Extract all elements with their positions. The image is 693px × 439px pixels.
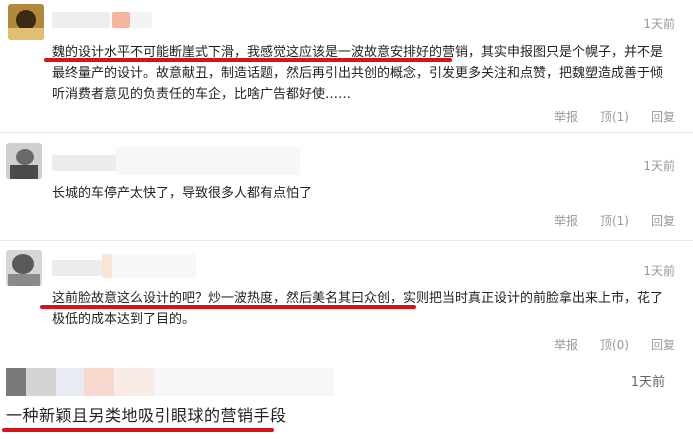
comment-text: 一种新颖且另类地吸引眼球的营销手段	[6, 406, 287, 425]
username-blurred	[112, 12, 130, 28]
comment-time: 1天前	[643, 264, 675, 278]
username-blurred	[130, 12, 152, 28]
comment-item: 1天前 这前脸故意这么设计的吧？炒一波热度，然后美名其曰众创，实则把当时真正设计…	[0, 242, 693, 358]
comment-time: 1天前	[643, 159, 675, 173]
comment-time: 1天前	[643, 17, 675, 31]
username-blurred[interactable]	[52, 12, 110, 28]
like-button[interactable]: 顶(0)	[600, 336, 629, 353]
username-blurred[interactable]	[52, 260, 102, 276]
like-button[interactable]: 顶(1)	[600, 108, 629, 125]
comment-text: 魏的设计水平不可能断崖式下滑，我感觉这应该是一波故意安排好的营销，其实申报图只是…	[52, 45, 664, 102]
reply-button[interactable]: 回复	[651, 108, 675, 125]
comment-text: 这前脸故意这么设计的吧？炒一波热度，然后美名其曰众创，实则把当时真正设计的前脸拿…	[52, 291, 664, 327]
divider	[0, 240, 693, 241]
comment-time: 1天前	[630, 375, 665, 390]
username-blurred	[112, 254, 196, 278]
comment-text: 长城的车停产太快了，导致很多人都有点怕了	[52, 186, 313, 201]
report-button[interactable]: 举报	[554, 108, 578, 125]
comment-item: 1天前 魏的设计水平不可能断崖式下滑，我感觉这应该是一波故意安排好的营销，其实申…	[0, 0, 693, 133]
username-blurred	[102, 254, 112, 278]
report-button[interactable]: 举报	[554, 336, 578, 353]
report-button[interactable]: 举报	[554, 212, 578, 229]
highlight-underline	[40, 305, 416, 309]
comment-actions: 举报 顶(1) 回复	[554, 108, 675, 125]
avatar[interactable]	[6, 250, 42, 286]
comment-actions: 举报 顶(0) 回复	[554, 336, 675, 353]
avatar[interactable]	[8, 4, 44, 40]
username-blurred-strip	[6, 368, 334, 396]
username-blurred	[116, 147, 300, 175]
comment-actions: 举报 顶(1) 回复	[554, 212, 675, 229]
comment-item: 1天前 长城的车停产太快了，导致很多人都有点怕了 举报 顶(1) 回复	[0, 133, 693, 242]
highlight-underline	[2, 428, 274, 432]
username-blurred[interactable]	[52, 155, 116, 171]
reply-button[interactable]: 回复	[651, 336, 675, 353]
highlight-underline	[44, 58, 452, 62]
avatar[interactable]	[6, 143, 42, 179]
like-button[interactable]: 顶(1)	[600, 212, 629, 229]
reply-button[interactable]: 回复	[651, 212, 675, 229]
